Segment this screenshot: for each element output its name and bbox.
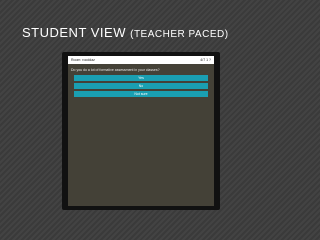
slide-title: STUDENT VIEW (TEACHER PACED) [22,24,229,42]
answer-not-sure-button[interactable]: Not sure [74,91,208,97]
answer-yes-button[interactable]: Yes [74,75,208,81]
room-name: Room: rooddaz [71,58,95,62]
tablet-device: Room: rooddaz 4/7 1 ? Do you do a lot of… [62,52,220,210]
slide-title-sub: (TEACHER PACED) [130,29,229,40]
question-progress: 4/7 1 ? [200,58,211,62]
slide-title-main: STUDENT VIEW [22,25,131,40]
app-screen: Room: rooddaz 4/7 1 ? Do you do a lot of… [68,56,214,206]
answer-no-button[interactable]: No [74,83,208,89]
app-header: Room: rooddaz 4/7 1 ? [68,56,214,64]
answer-list: Yes No Not sure [74,75,208,99]
question-text: Do you do a lot of formative assessment … [71,68,160,72]
